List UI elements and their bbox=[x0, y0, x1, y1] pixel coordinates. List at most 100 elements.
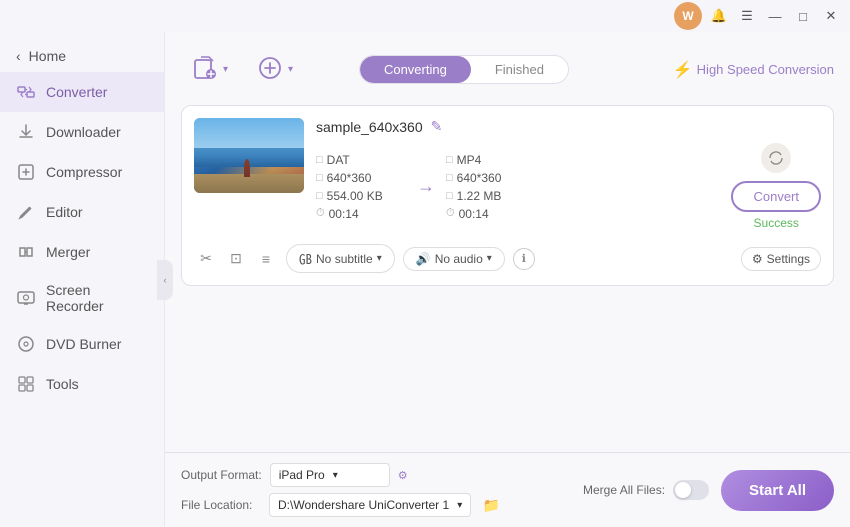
downloader-icon bbox=[16, 122, 36, 142]
file-name-row: sample_640x360 ✎ bbox=[316, 118, 821, 135]
bell-button[interactable]: 🔔 bbox=[708, 5, 730, 27]
source-size-row: □ 554.00 KB bbox=[316, 189, 406, 203]
compressor-icon bbox=[16, 162, 36, 182]
tab-converting[interactable]: Converting bbox=[360, 56, 471, 83]
output-format-settings-icon[interactable]: ⚙ bbox=[398, 469, 408, 482]
close-button[interactable]: ✕ bbox=[820, 5, 842, 27]
menu-button[interactable]: ☰ bbox=[736, 5, 758, 27]
source-col: □ DAT □ 640*360 □ 554.00 KB bbox=[316, 153, 406, 221]
add-files-icon bbox=[191, 54, 219, 85]
output-format-label: Output Format: bbox=[181, 468, 262, 482]
file-location-row: File Location: D:\Wondershare UniConvert… bbox=[181, 493, 571, 517]
dvd-burner-icon bbox=[16, 334, 36, 354]
tab-finished[interactable]: Finished bbox=[471, 56, 568, 83]
sidebar-item-tools[interactable]: Tools bbox=[0, 364, 164, 404]
convert-button[interactable]: Convert bbox=[731, 181, 821, 212]
file-location-chevron: ▾ bbox=[457, 500, 462, 511]
compressor-label: Compressor bbox=[46, 164, 122, 180]
tab-group: Converting Finished bbox=[359, 55, 569, 84]
cut-icon[interactable]: ✂ bbox=[194, 247, 218, 271]
file-info: sample_640x360 ✎ □ DAT □ 640*3 bbox=[316, 118, 821, 230]
sidebar-home[interactable]: ‹ Home bbox=[0, 40, 164, 72]
file-location-label: File Location: bbox=[181, 498, 261, 512]
output-format-row: Output Format: iPad Pro ▾ ⚙ bbox=[181, 463, 571, 487]
bottom-bar: Output Format: iPad Pro ▾ ⚙ File Locatio… bbox=[165, 452, 850, 527]
subtitle-label: No subtitle bbox=[316, 252, 373, 266]
source-resolution-row: □ 640*360 bbox=[316, 171, 406, 185]
file-card: sample_640x360 ✎ □ DAT □ 640*3 bbox=[181, 105, 834, 286]
converter-label: Converter bbox=[46, 84, 107, 100]
high-speed-label: High Speed Conversion bbox=[697, 62, 834, 77]
sidebar-item-converter[interactable]: Converter bbox=[0, 72, 164, 112]
target-size-icon: □ bbox=[446, 190, 453, 202]
folder-icon[interactable]: 📁 bbox=[479, 493, 503, 517]
add-files-chevron: ▾ bbox=[223, 64, 228, 75]
audio-selector[interactable]: 🔊 No audio ▾ bbox=[403, 247, 505, 271]
settings-icon: ⚙ bbox=[752, 252, 763, 266]
start-all-button[interactable]: Start All bbox=[721, 470, 834, 511]
subtitle-selector[interactable]: ㎇ No subtitle ▾ bbox=[286, 244, 395, 273]
settings-label: Settings bbox=[767, 252, 810, 266]
merge-section: Merge All Files: bbox=[583, 480, 709, 500]
tools-label: Tools bbox=[46, 376, 79, 392]
high-speed-conversion[interactable]: ⚡ High Speed Conversion bbox=[673, 60, 834, 80]
source-format: DAT bbox=[327, 153, 350, 167]
source-format-row: □ DAT bbox=[316, 153, 406, 167]
sidebar-collapse-handle[interactable]: ‹ bbox=[157, 260, 173, 300]
output-format-chevron: ▾ bbox=[333, 470, 338, 481]
screen-recorder-label: Screen Recorder bbox=[46, 282, 148, 314]
list-icon[interactable]: ≡ bbox=[254, 247, 278, 271]
resolution-icon: □ bbox=[316, 172, 323, 184]
merge-toggle[interactable] bbox=[673, 480, 709, 500]
settings-button[interactable]: ⚙ Settings bbox=[741, 247, 821, 271]
info-button[interactable]: ℹ bbox=[513, 248, 535, 270]
sidebar-item-dvd-burner[interactable]: DVD Burner bbox=[0, 324, 164, 364]
maximize-button[interactable]: □ bbox=[792, 5, 814, 27]
sidebar-item-merger[interactable]: Merger bbox=[0, 232, 164, 272]
merge-label: Merge All Files: bbox=[583, 483, 665, 497]
edit-icon[interactable]: ✎ bbox=[431, 118, 443, 135]
target-size-row: □ 1.22 MB bbox=[446, 189, 536, 203]
bottom-fields: Output Format: iPad Pro ▾ ⚙ File Locatio… bbox=[181, 463, 571, 517]
main-layout: ‹ Home Converter Downloader Compress bbox=[0, 32, 850, 527]
target-resolution-icon: □ bbox=[446, 172, 453, 184]
source-duration-row: ⏱ 00:14 bbox=[316, 207, 406, 221]
source-size: 554.00 KB bbox=[327, 189, 383, 203]
add-more-button[interactable]: ▾ bbox=[246, 48, 303, 91]
merger-icon bbox=[16, 242, 36, 262]
target-format: MP4 bbox=[457, 153, 482, 167]
file-location-value: D:\Wondershare UniConverter 1 bbox=[278, 498, 449, 512]
lightning-icon: ⚡ bbox=[673, 60, 693, 80]
output-format-select[interactable]: iPad Pro ▾ bbox=[270, 463, 390, 487]
crop-icon[interactable]: ⊡ bbox=[224, 247, 248, 271]
target-col: □ MP4 □ 640*360 □ 1.22 MB bbox=[446, 153, 536, 221]
sidebar-item-compressor[interactable]: Compressor bbox=[0, 152, 164, 192]
sidebar-item-editor[interactable]: Editor bbox=[0, 192, 164, 232]
add-more-chevron: ▾ bbox=[288, 64, 293, 75]
editor-label: Editor bbox=[46, 204, 83, 220]
target-duration: 00:14 bbox=[459, 207, 489, 221]
size-icon: □ bbox=[316, 190, 323, 202]
sidebar-item-downloader[interactable]: Downloader bbox=[0, 112, 164, 152]
add-files-button[interactable]: ▾ bbox=[181, 48, 238, 91]
target-format-row: □ MP4 bbox=[446, 153, 536, 167]
toolbar: ▾ ▾ Converting Finished ⚡ High Speed Con… bbox=[181, 48, 834, 91]
target-format-icon: □ bbox=[446, 154, 453, 166]
source-resolution: 640*360 bbox=[327, 171, 372, 185]
action-icons: ✂ ⊡ ≡ bbox=[194, 247, 278, 271]
screen-recorder-icon bbox=[16, 288, 36, 308]
output-format-value: iPad Pro bbox=[279, 468, 325, 482]
dvd-burner-label: DVD Burner bbox=[46, 336, 121, 352]
sidebar: ‹ Home Converter Downloader Compress bbox=[0, 32, 165, 527]
target-resolution: 640*360 bbox=[457, 171, 502, 185]
arrow-col: → bbox=[406, 176, 446, 197]
audio-icon: 🔊 bbox=[416, 252, 431, 266]
user-avatar: W bbox=[674, 2, 702, 30]
sidebar-item-screen-recorder[interactable]: Screen Recorder bbox=[0, 272, 164, 324]
target-duration-row: ⏱ 00:14 bbox=[446, 207, 536, 221]
toggle-knob bbox=[675, 482, 691, 498]
editor-icon bbox=[16, 202, 36, 222]
format-icon: □ bbox=[316, 154, 323, 166]
minimize-button[interactable]: — bbox=[764, 5, 786, 27]
file-location-select[interactable]: D:\Wondershare UniConverter 1 ▾ bbox=[269, 493, 471, 517]
